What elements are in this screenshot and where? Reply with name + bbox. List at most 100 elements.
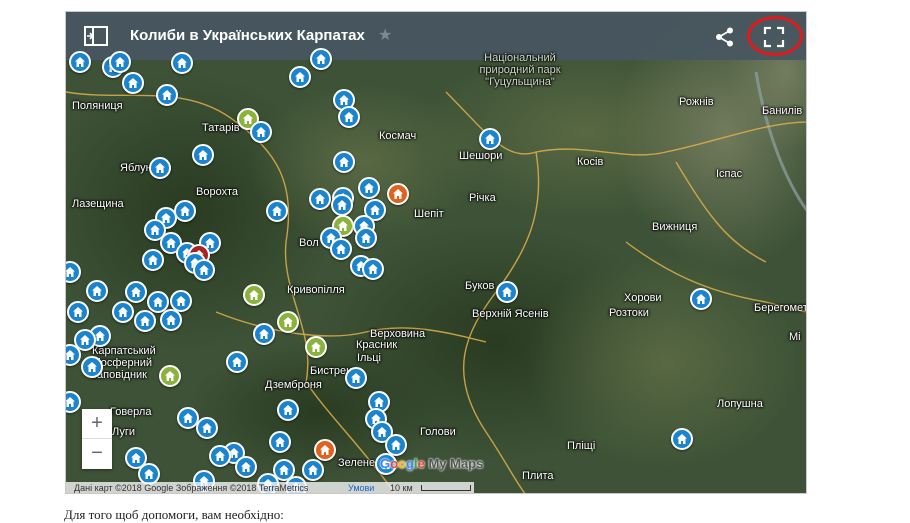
place-label: Рожнів <box>679 96 714 108</box>
place-label: Татарів <box>202 122 240 134</box>
house-icon <box>485 134 495 144</box>
house-marker[interactable] <box>235 456 257 478</box>
house-marker[interactable] <box>387 183 409 205</box>
house-marker[interactable] <box>149 157 171 179</box>
page-caption: Для того щоб допомоги, вам необхідно: <box>64 507 284 522</box>
house-marker[interactable] <box>289 66 311 88</box>
map-attribution: Дані карт ©2018 Google Зображення ©2018 … <box>66 482 474 493</box>
house-marker[interactable] <box>309 188 331 210</box>
house-marker[interactable] <box>81 356 103 378</box>
house-icon <box>148 255 158 265</box>
house-icon <box>336 244 346 254</box>
place-label: Берегомет <box>754 302 807 314</box>
house-marker[interactable] <box>314 439 336 461</box>
house-marker[interactable] <box>193 259 215 281</box>
house-marker[interactable] <box>174 200 196 222</box>
house-marker[interactable] <box>156 84 178 106</box>
house-icon <box>92 286 102 296</box>
scale-bar <box>421 485 471 491</box>
house-icon <box>249 290 259 300</box>
house-marker[interactable] <box>345 367 367 389</box>
house-marker[interactable] <box>690 288 712 310</box>
place-label: Іспас <box>716 168 743 180</box>
house-marker[interactable] <box>479 128 501 150</box>
house-icon <box>275 437 285 447</box>
house-marker[interactable] <box>209 445 231 467</box>
house-marker[interactable] <box>160 309 182 331</box>
place-label: Національний природний парк "Гуцульщина" <box>479 52 561 88</box>
house-icon <box>128 78 138 88</box>
place-label: Банилів <box>762 105 803 117</box>
house-marker[interactable] <box>277 399 299 421</box>
house-icon <box>202 423 212 433</box>
house-marker[interactable] <box>192 144 214 166</box>
house-marker[interactable] <box>171 52 193 74</box>
house-marker[interactable] <box>159 365 181 387</box>
share-icon[interactable] <box>714 26 736 48</box>
house-marker[interactable] <box>69 51 91 73</box>
zoom-out-button[interactable]: − <box>82 439 112 468</box>
house-marker[interactable] <box>226 351 248 373</box>
map-embed[interactable]: Колиби в Українських Карпатах ★ Поляниця… <box>65 11 807 494</box>
zoom-in-button[interactable]: + <box>82 409 112 439</box>
house-marker[interactable] <box>355 227 377 249</box>
house-marker[interactable] <box>86 280 108 302</box>
place-label: Кривопілля <box>287 284 345 296</box>
house-marker[interactable] <box>196 417 218 439</box>
house-marker[interactable] <box>362 258 384 280</box>
house-icon <box>344 112 354 122</box>
house-icon <box>198 150 208 160</box>
house-marker[interactable] <box>310 48 332 70</box>
place-label: Вол <box>299 237 319 249</box>
house-marker[interactable] <box>266 200 288 222</box>
house-icon <box>377 427 387 437</box>
house-icon <box>351 373 361 383</box>
house-marker[interactable] <box>496 281 518 303</box>
house-marker[interactable] <box>109 51 131 73</box>
place-label: Ільці <box>357 352 381 364</box>
house-icon <box>153 297 163 307</box>
house-marker[interactable] <box>269 431 291 453</box>
house-icon <box>283 317 293 327</box>
house-marker[interactable] <box>305 336 327 358</box>
house-marker[interactable] <box>331 194 353 216</box>
house-marker[interactable] <box>302 459 324 481</box>
legend-toggle-icon[interactable] <box>84 25 110 47</box>
house-marker[interactable] <box>134 310 156 332</box>
place-label: Плита <box>522 470 554 482</box>
terms-link[interactable]: Умови <box>348 482 374 493</box>
house-marker[interactable] <box>67 301 89 323</box>
house-icon <box>315 194 325 204</box>
star-icon[interactable]: ★ <box>378 25 392 45</box>
house-icon <box>155 163 165 173</box>
house-marker[interactable] <box>112 301 134 323</box>
house-icon <box>87 362 97 372</box>
house-icon <box>272 206 282 216</box>
google-my-maps-logo: Google My Maps <box>380 456 484 471</box>
house-icon <box>256 127 266 137</box>
place-label: Лопушна <box>717 398 763 410</box>
house-marker[interactable] <box>338 106 360 128</box>
house-icon <box>180 206 190 216</box>
house-icon <box>166 315 176 325</box>
house-marker[interactable] <box>333 151 355 173</box>
house-icon <box>361 233 371 243</box>
house-icon <box>75 57 85 67</box>
house-marker[interactable] <box>122 72 144 94</box>
house-marker[interactable] <box>358 177 380 199</box>
house-icon <box>131 287 141 297</box>
house-marker[interactable] <box>142 249 164 271</box>
house-icon <box>66 350 75 360</box>
house-marker[interactable] <box>277 311 299 333</box>
house-marker[interactable] <box>330 238 352 260</box>
house-marker[interactable] <box>250 121 272 143</box>
house-marker[interactable] <box>125 281 147 303</box>
house-icon <box>241 462 251 472</box>
house-marker[interactable] <box>253 323 275 345</box>
house-icon <box>316 54 326 64</box>
fullscreen-highlight-circle <box>747 16 803 56</box>
house-marker[interactable] <box>243 284 265 306</box>
place-label: Космач <box>379 130 417 142</box>
house-marker[interactable] <box>671 428 693 450</box>
house-icon <box>677 434 687 444</box>
